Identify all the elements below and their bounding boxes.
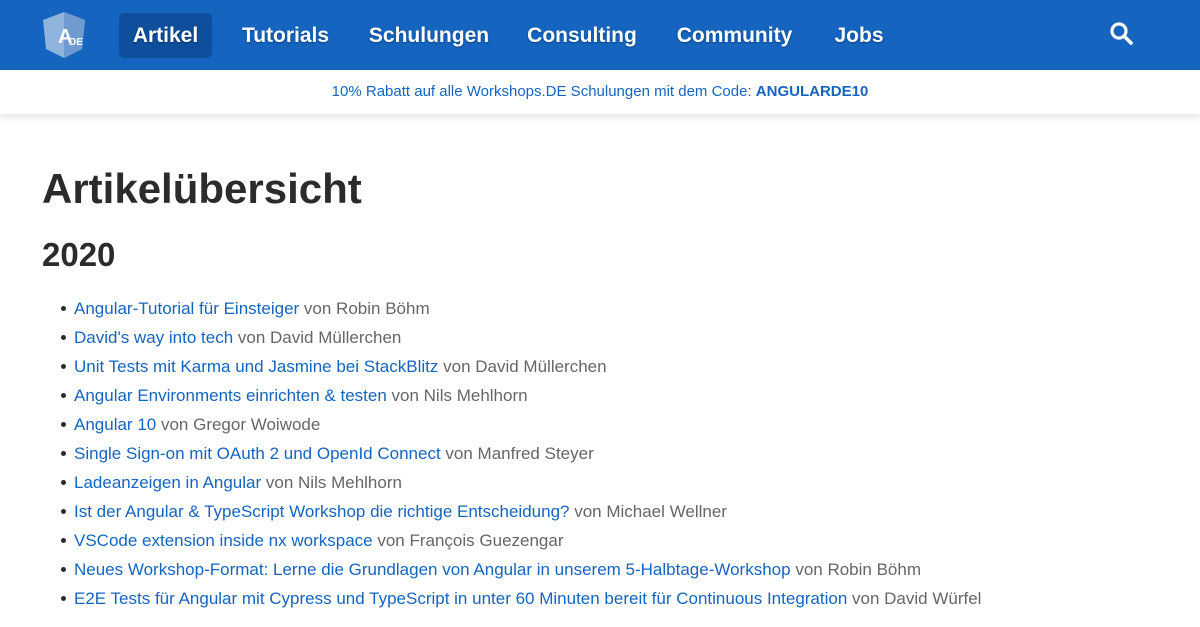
article-author: von Robin Böhm [299,299,430,318]
angular-de-logo[interactable]: A DE [42,11,86,59]
article-link[interactable]: Angular-Tutorial für Einsteiger [74,299,299,318]
article-author: von Gregor Woiwode [156,415,321,434]
article-link[interactable]: E2E Tests für Angular mit Cypress und Ty… [74,589,847,608]
list-item: Single Sign-on mit OAuth 2 und OpenId Co… [61,439,1174,468]
promo-banner[interactable]: 10% Rabatt auf alle Workshops.DE Schulun… [0,70,1200,114]
article-author: von Robin Böhm [790,560,921,579]
article-link[interactable]: Neues Workshop-Format: Lerne die Grundla… [74,560,791,579]
article-link[interactable]: Ladeanzeigen in Angular [74,473,261,492]
article-author: von Michael Wellner [569,502,727,521]
article-author: von Nils Mehlhorn [386,386,528,405]
list-item: Ist der Angular & TypeScript Workshop di… [61,497,1174,526]
promo-code: ANGULARDE10 [755,83,869,100]
list-item: Neues Workshop-Format: Lerne die Grundla… [61,555,1174,584]
list-item: Unit Tests mit Karma und Jasmine bei Sta… [61,352,1174,381]
top-navbar: A DE Artikel Tutorials Schulungen Consul… [0,0,1200,70]
list-item: VSCode extension inside nx workspace von… [61,526,1174,555]
article-author: von David Würfel [847,589,982,608]
article-link[interactable]: David's way into tech [74,328,233,347]
article-link[interactable]: VSCode extension inside nx workspace [74,531,373,550]
article-author: von David Müllerchen [438,357,607,376]
article-link[interactable]: Single Sign-on mit OAuth 2 und OpenId Co… [74,444,441,463]
article-link[interactable]: Angular 10 [74,415,156,434]
nav-tutorials[interactable]: Tutorials [230,13,341,58]
article-link[interactable]: Ist der Angular & TypeScript Workshop di… [74,502,569,521]
article-link[interactable]: Angular Environments einrichten & testen [74,386,387,405]
nav-artikel[interactable]: Artikel [119,13,212,58]
list-item: Ladeanzeigen in Angular von Nils Mehlhor… [61,468,1174,497]
article-author: von Nils Mehlhorn [261,473,402,492]
article-link[interactable]: Unit Tests mit Karma und Jasmine bei Sta… [74,357,438,376]
list-item: Angular-Tutorial für Einsteiger von Robi… [61,294,1174,323]
article-list: Angular-Tutorial für Einsteiger von Robi… [61,294,1174,613]
nav-jobs[interactable]: Jobs [823,13,895,58]
nav-schulungen[interactable]: Schulungen [360,13,498,58]
article-author: von Manfred Steyer [440,444,594,463]
search-icon[interactable] [1108,20,1136,48]
article-author: von David Müllerchen [233,328,402,347]
nav-consulting[interactable]: Consulting [518,13,646,58]
svg-text:DE: DE [69,37,83,48]
year-heading: 2020 [42,236,116,273]
list-item: Angular 10 von Gregor Woiwode [61,410,1174,439]
page-title: Artikelübersicht [42,165,362,212]
list-item: E2E Tests für Angular mit Cypress und Ty… [61,584,1174,613]
nav-community[interactable]: Community [666,13,803,58]
article-author: von François Guezengar [372,531,564,550]
list-item: David's way into tech von David Müllerch… [61,323,1174,352]
promo-text: 10% Rabatt auf alle Workshops.DE Schulun… [331,83,756,100]
list-item: Angular Environments einrichten & testen… [61,381,1174,410]
